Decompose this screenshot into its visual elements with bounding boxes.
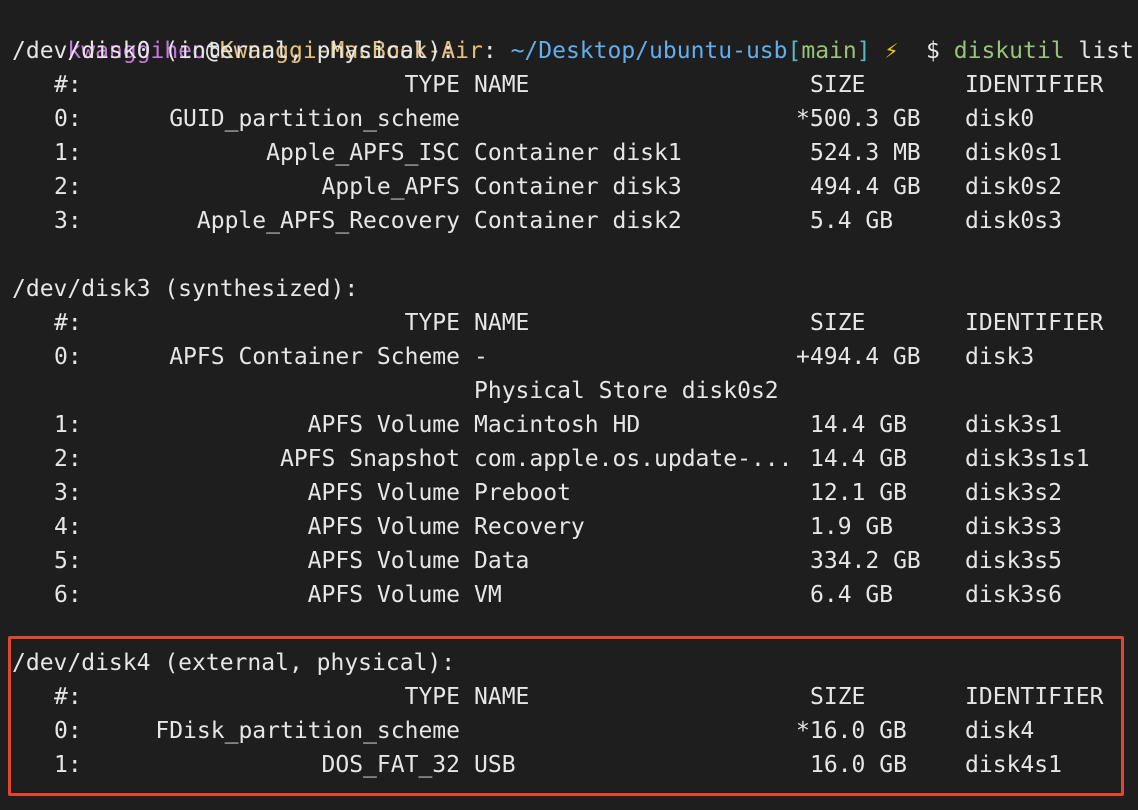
disk-header: /dev/disk3 (synthesized): xyxy=(0,272,1138,306)
partition-size: 494.4 GB xyxy=(810,174,921,200)
partition-num: 2: xyxy=(54,174,82,200)
partition-identifier: disk3s1 xyxy=(965,412,1062,438)
partition-size: 14.4 GB xyxy=(810,446,907,472)
table-row: 4: APFS Volume Recovery 1.9 GB disk3s3 xyxy=(0,510,1138,544)
terminal-window[interactable]: kwanggiheo@Kwanggi-MacBook-Air: ~/Deskto… xyxy=(0,0,1138,810)
partition-size: 5.4 GB xyxy=(810,208,894,234)
table-row: 2: Apple_APFS Container disk3 494.4 GB disk0… xyxy=(0,170,1138,204)
partition-name: Physical Store disk0s2 xyxy=(474,378,779,404)
partition-size: 524.3 MB xyxy=(810,140,921,166)
partition-size: *500.3 GB xyxy=(796,106,921,132)
partition-type: Apple_APFS_ISC xyxy=(266,140,460,166)
partition-identifier: disk0s2 xyxy=(965,174,1062,200)
partition-name: VM xyxy=(474,582,502,608)
partition-type: APFS Volume xyxy=(307,412,460,438)
table-row: 1: Apple_APFS_ISC Container disk1 524.3 MB d… xyxy=(0,136,1138,170)
partition-identifier: disk3s5 xyxy=(965,548,1062,574)
partition-identifier: disk3s3 xyxy=(965,514,1062,540)
partition-num: 3: xyxy=(54,208,82,234)
partition-type: APFS Volume xyxy=(307,480,460,506)
column-header-num: #: xyxy=(54,72,82,98)
partition-num: 0: xyxy=(54,106,82,132)
table-row: 3: APFS Volume Preboot 12.1 GB disk3s2 xyxy=(0,476,1138,510)
partition-identifier: disk0s3 xyxy=(965,208,1062,234)
partition-identifier: disk3s2 xyxy=(965,480,1062,506)
partition-type: APFS Volume xyxy=(307,514,460,540)
table-row: 2: APFS Snapshot com.apple.os.update-... 14… xyxy=(0,442,1138,476)
partition-type: APFS Volume xyxy=(307,548,460,574)
partition-name: Recovery xyxy=(474,514,585,540)
partition-size: 1.9 GB xyxy=(810,514,894,540)
disk-title: /dev/disk3 (synthesized): xyxy=(12,276,359,302)
partition-type: Apple_APFS xyxy=(321,174,460,200)
partition-identifier: disk3s1s1 xyxy=(965,446,1090,472)
partition-name: - xyxy=(474,344,488,370)
table-row: Physical Store disk0s2 xyxy=(0,374,1138,408)
partition-type: APFS Snapshot xyxy=(279,446,460,472)
column-header-type: TYPE xyxy=(404,310,460,336)
table-row: 0: GUID_partition_scheme *500.3 GB disk0 xyxy=(0,102,1138,136)
partition-size: 6.4 GB xyxy=(810,582,894,608)
partition-type: GUID_partition_scheme xyxy=(169,106,460,132)
partition-name: Data xyxy=(474,548,530,574)
partition-size: +494.4 GB xyxy=(796,344,921,370)
partition-size: 14.4 GB xyxy=(810,412,907,438)
partition-num: 1: xyxy=(54,140,82,166)
partition-name: Container disk2 xyxy=(474,208,682,234)
column-header-identifier: IDENTIFIER xyxy=(965,72,1104,98)
table-row: 1: APFS Volume Macintosh HD 14.4 GB disk3s1 xyxy=(0,408,1138,442)
table-row: 5: APFS Volume Data 334.2 GB disk3s5 xyxy=(0,544,1138,578)
prompt-line: kwanggiheo@Kwanggi-MacBook-Air: ~/Deskto… xyxy=(12,0,1133,64)
partition-type: APFS Container Scheme xyxy=(169,344,460,370)
column-header-type: TYPE xyxy=(404,72,460,98)
partition-identifier: disk3s6 xyxy=(965,582,1062,608)
partition-name: com.apple.os.update-... xyxy=(474,446,793,472)
column-header-name: NAME xyxy=(474,72,530,98)
column-headers: #: TYPE NAME SIZE IDENTIFIER xyxy=(0,306,1138,340)
partition-name: Preboot xyxy=(474,480,571,506)
partition-identifier: disk0 xyxy=(965,106,1035,132)
partition-num: 4: xyxy=(54,514,82,540)
partition-size: 334.2 GB xyxy=(810,548,921,574)
partition-identifier: disk0s1 xyxy=(965,140,1062,166)
partition-num: 6: xyxy=(54,582,82,608)
partition-name: Container disk1 xyxy=(474,140,682,166)
table-row: 0: APFS Container Scheme - +494.4 GB disk3 xyxy=(0,340,1138,374)
partition-num: 3: xyxy=(54,480,82,506)
column-header-num: #: xyxy=(54,310,82,336)
partition-type: APFS Volume xyxy=(307,582,460,608)
partition-identifier: disk3 xyxy=(965,344,1035,370)
column-header-size: SIZE xyxy=(810,310,866,336)
partition-name: Macintosh HD xyxy=(474,412,641,438)
column-headers: #: TYPE NAME SIZE IDENTIFIER xyxy=(0,68,1138,102)
table-row: 3: Apple_APFS_Recovery Container disk2 5.4 … xyxy=(0,204,1138,238)
partition-num: 1: xyxy=(54,412,82,438)
partition-type: Apple_APFS_Recovery xyxy=(196,208,460,234)
table-row: 6: APFS Volume VM 6.4 GB disk3s6 xyxy=(0,578,1138,612)
disk-header: /dev/disk0 (internal, physical): xyxy=(0,34,1138,68)
partition-num: 0: xyxy=(54,344,82,370)
disk-title: /dev/disk0 (internal, physical): xyxy=(12,38,456,64)
column-header-identifier: IDENTIFIER xyxy=(965,310,1104,336)
partition-size: 12.1 GB xyxy=(810,480,907,506)
partition-num: 2: xyxy=(54,446,82,472)
partition-name: Container disk3 xyxy=(474,174,682,200)
highlight-box-disk4 xyxy=(8,636,1124,796)
column-header-size: SIZE xyxy=(810,72,866,98)
partition-num: 5: xyxy=(54,548,82,574)
column-header-name: NAME xyxy=(474,310,530,336)
